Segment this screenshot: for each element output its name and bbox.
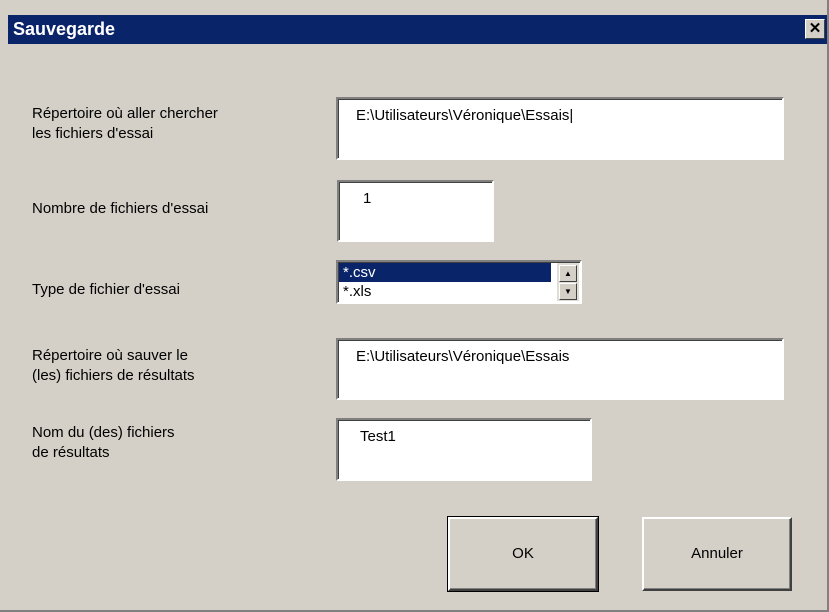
scroll-up-button[interactable]: ▲: [559, 265, 577, 282]
close-button[interactable]: ✕: [805, 19, 825, 39]
list-item-csv[interactable]: *.csv: [339, 263, 551, 282]
listbox-scrollbar[interactable]: ▲ ▼: [557, 263, 579, 301]
save-dialog: Sauvegarde ✕ Répertoire où aller cherche…: [0, 0, 829, 612]
scroll-down-arrow-icon: ▼: [564, 287, 572, 296]
search-dir-label: Répertoire où aller chercher les fichier…: [32, 105, 218, 142]
result-name-label: Nom du (des) fichiers de résultats: [32, 424, 175, 461]
result-name-input[interactable]: Test1: [336, 418, 592, 481]
cancel-button[interactable]: Annuler: [642, 517, 792, 591]
file-count-label: Nombre de fichiers d'essai: [32, 200, 209, 217]
scroll-down-button[interactable]: ▼: [559, 283, 577, 300]
search-dir-input[interactable]: E:\Utilisateurs\Véronique\Essais|: [336, 97, 784, 160]
file-type-label: Type de fichier d'essai: [32, 281, 180, 298]
save-dir-label: Répertoire où sauver le (les) fichiers d…: [32, 347, 195, 384]
ok-button[interactable]: OK: [447, 516, 599, 592]
dialog-title: Sauvegarde: [13, 19, 116, 39]
scroll-up-arrow-icon: ▲: [564, 269, 572, 278]
file-type-listbox[interactable]: *.csv *.xls ▲ ▼: [336, 260, 582, 304]
file-count-input[interactable]: 1: [337, 180, 494, 242]
close-icon: ✕: [808, 20, 822, 37]
save-dir-input[interactable]: E:\Utilisateurs\Véronique\Essais: [336, 338, 784, 400]
list-item-xls[interactable]: *.xls: [339, 282, 551, 301]
title-bar: Sauvegarde ✕: [8, 15, 827, 44]
